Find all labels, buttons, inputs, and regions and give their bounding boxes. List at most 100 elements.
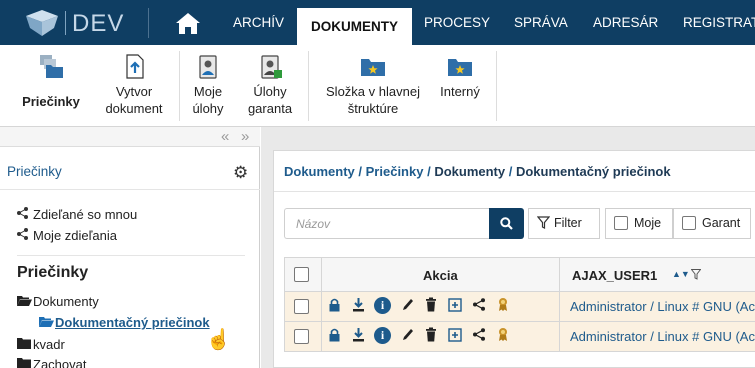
sort-icon[interactable]: ▲▼	[672, 269, 690, 279]
lock-icon[interactable]	[326, 297, 342, 315]
breadcrumb-priecinky[interactable]: Priečinky	[366, 164, 424, 179]
guarantor-tasks-button[interactable]: Úlohy garanta	[240, 45, 300, 127]
shared-with-me-link[interactable]: Zdieľané so mnou	[17, 207, 137, 222]
app-logo-icon[interactable]	[22, 8, 62, 38]
lock-icon[interactable]	[326, 327, 342, 345]
folders-button[interactable]: Priečinky	[14, 45, 88, 127]
home-icon[interactable]	[170, 10, 206, 36]
download-icon[interactable]	[350, 297, 366, 315]
tab-registratura[interactable]: REGISTRAT	[683, 0, 755, 45]
tab-sprava[interactable]: SPRÁVA	[514, 0, 568, 45]
download-icon[interactable]	[350, 327, 366, 345]
ribbon-divider	[179, 51, 180, 121]
breadcrumb-dokumenty-folder[interactable]: Dokumenty	[434, 164, 505, 179]
tab-adresar[interactable]: ADRESÁR	[593, 0, 658, 45]
ribbon-divider	[496, 51, 497, 121]
row-checkbox[interactable]	[294, 299, 309, 314]
logo-divider	[65, 11, 66, 35]
guarantor-tasks-label-2: garanta	[247, 101, 293, 116]
main-structure-folder-label-1: Složka v hlavnej	[326, 84, 420, 99]
mine-checkbox[interactable]	[614, 216, 628, 230]
tree-item-dokumentacny-priecinok[interactable]: Dokumentačný priečinok	[39, 315, 210, 330]
shared-with-me-label: Zdieľané so mnou	[33, 207, 138, 222]
ribbon-divider	[308, 51, 309, 121]
create-document-label-2: dokument	[105, 101, 163, 116]
tree-item-zachovat[interactable]: Zachovat	[17, 357, 86, 368]
my-tasks-button[interactable]: Moje úlohy	[184, 45, 232, 127]
internal-folder-star-icon	[448, 59, 472, 76]
folders-label: Priečinky	[22, 94, 80, 109]
nav-divider	[148, 8, 149, 38]
search-input[interactable]	[284, 208, 489, 239]
gear-icon[interactable]: ⚙	[233, 163, 248, 183]
delete-icon[interactable]	[423, 297, 439, 315]
top-navigation-bar: DEV ARCHÍV DOKUMENTY PROCESY SPRÁVA ADRE…	[0, 0, 755, 45]
tree-item-dokumenty[interactable]: Dokumenty	[17, 294, 99, 309]
tree-item-label: Zachovat	[33, 357, 87, 368]
award-icon[interactable]	[495, 297, 511, 315]
documents-card: Dokumenty / Priečinky / Dokumenty / Doku…	[273, 150, 755, 368]
edit-icon[interactable]	[399, 297, 415, 315]
create-document-icon	[126, 54, 144, 79]
guarantor-checkbox[interactable]	[682, 216, 696, 230]
info-icon[interactable]: i	[374, 327, 391, 344]
my-shares-link[interactable]: Moje zdieľania	[17, 228, 117, 243]
my-shares-label: Moje zdieľania	[33, 228, 118, 243]
select-all-checkbox[interactable]	[294, 267, 309, 282]
award-icon[interactable]	[495, 327, 511, 345]
breadcrumb-separator: /	[354, 164, 366, 179]
guarantor-toggle[interactable]: Garant	[673, 208, 751, 239]
tab-archiv[interactable]: ARCHÍV	[233, 0, 284, 45]
expand-right-icon[interactable]: »	[241, 128, 249, 145]
filter-label: Filter	[554, 216, 582, 230]
user-column-header: AJAX_USER1	[572, 268, 658, 283]
add-version-icon[interactable]	[447, 327, 463, 345]
breadcrumb-separator: /	[505, 164, 516, 179]
internal-folder-button[interactable]: Interný	[432, 45, 488, 127]
header-user-cell[interactable]: AJAX_USER1 ▲▼	[560, 258, 755, 291]
collapse-left-icon[interactable]: «	[221, 128, 229, 145]
main-structure-folder-button[interactable]: Složka v hlavnej štruktúre	[318, 45, 428, 127]
folders-heading: Priečinky	[17, 264, 89, 281]
row-user-value[interactable]: Administrator / Linux # GNU (Ac	[570, 329, 755, 344]
add-version-icon[interactable]	[447, 297, 463, 315]
table-row[interactable]: i Administrator / Linux # GNU (Ac	[284, 322, 755, 352]
guarantor-tasks-label-1: Úlohy	[253, 84, 287, 99]
guarantor-tasks-icon	[261, 55, 282, 79]
grid-header: Akcia AJAX_USER1 ▲▼	[284, 257, 755, 292]
tab-dokumenty[interactable]: DOKUMENTY	[297, 8, 412, 45]
panel-title: Priečinky	[7, 164, 62, 179]
share-icon	[17, 207, 29, 222]
column-filter-icon[interactable]	[691, 269, 701, 280]
filter-icon	[536, 216, 551, 229]
row-select-cell	[285, 292, 322, 321]
mine-toggle[interactable]: Moje	[605, 208, 673, 239]
row-checkbox[interactable]	[294, 329, 309, 344]
search-button[interactable]	[489, 208, 524, 239]
ribbon-toolbar: Priečinky Vytvor dokument Moje úlohy Úlo…	[0, 45, 755, 127]
breadcrumb: Dokumenty / Priečinky / Dokumenty / Doku…	[284, 164, 671, 179]
create-document-label-1: Vytvor	[115, 84, 153, 99]
tree-item-kvadr[interactable]: kvadr	[17, 337, 65, 352]
internal-folder-label: Interný	[440, 84, 480, 99]
delete-icon[interactable]	[423, 327, 439, 345]
tab-procesy[interactable]: PROCESY	[424, 0, 490, 45]
folder-open-icon	[17, 294, 33, 309]
header-select-cell	[285, 258, 322, 291]
row-user-value[interactable]: Administrator / Linux # GNU (Ac	[570, 299, 755, 314]
table-row[interactable]: i Administrator / Linux # GNU (Ac	[284, 292, 755, 322]
my-tasks-label-2: úlohy	[192, 101, 224, 116]
main-structure-folder-label-2: štruktúre	[347, 101, 399, 116]
guarantor-label: Garant	[702, 216, 741, 230]
info-icon[interactable]: i	[374, 297, 391, 314]
row-select-cell	[285, 322, 322, 351]
share-icon[interactable]	[471, 327, 487, 345]
breadcrumb-dokumenty[interactable]: Dokumenty	[284, 164, 355, 179]
filter-button[interactable]: Filter	[528, 208, 600, 239]
folder-icon	[17, 357, 33, 368]
edit-icon[interactable]	[399, 327, 415, 345]
tree-divider	[17, 255, 245, 256]
card-divider	[274, 191, 755, 192]
share-icon[interactable]	[471, 297, 487, 315]
create-document-button[interactable]: Vytvor dokument	[98, 45, 170, 127]
